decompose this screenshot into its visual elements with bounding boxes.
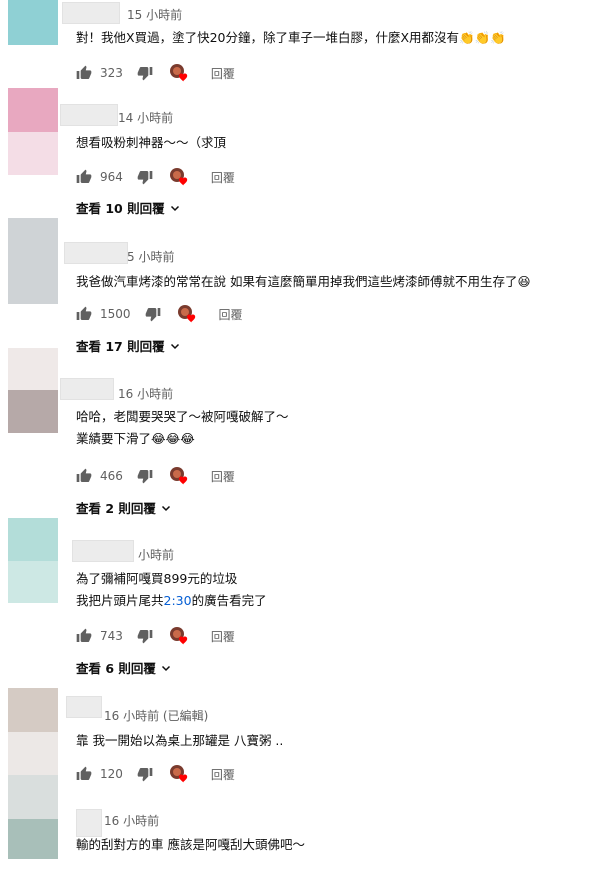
comment-line: 哈哈，老闆要哭哭了～被阿嘎破解了～ bbox=[76, 409, 289, 424]
like-count: 1500 bbox=[100, 307, 131, 321]
creator-heart bbox=[169, 167, 191, 187]
creator-heart-icon bbox=[169, 627, 188, 645]
comment-time: 5 小時前 bbox=[127, 250, 175, 264]
comment-text: 哈哈，老闆要哭哭了～被阿嘎破解了～ 業績要下滑了😂😂😂 bbox=[76, 406, 289, 450]
comment-line: 業績要下滑了😂😂😂 bbox=[76, 431, 195, 446]
comment-6: 16 小時前 (已編輯) 靠 我一開始以為桌上那罐是 八寶粥 .. 120 回覆 bbox=[0, 688, 594, 788]
like-button[interactable] bbox=[76, 169, 92, 185]
reply-button[interactable]: 回覆 bbox=[211, 169, 235, 186]
comment-text: 我爸做汽車烤漆的常常在說 如果有這麼簡單用掉我們這些烤漆師傅就不用生存了😆 bbox=[76, 271, 531, 293]
comment-line: 靠 我一開始以為桌上那罐是 八寶粥 .. bbox=[76, 733, 284, 748]
creator-heart-icon bbox=[169, 467, 188, 485]
avatar[interactable] bbox=[8, 88, 58, 175]
like-count: 466 bbox=[100, 469, 123, 483]
avatar[interactable] bbox=[8, 348, 58, 433]
dislike-button[interactable] bbox=[137, 65, 153, 81]
comment-time: 16 小時前 bbox=[104, 814, 160, 828]
thumb-up-icon bbox=[76, 468, 92, 482]
creator-heart-icon bbox=[169, 64, 188, 82]
view-replies-label: 查看 10 則回覆 bbox=[76, 201, 165, 216]
avatar[interactable] bbox=[8, 688, 58, 775]
author-name-blurred[interactable] bbox=[60, 104, 118, 126]
thumb-down-icon bbox=[137, 67, 153, 81]
like-button[interactable] bbox=[76, 628, 92, 644]
like-count: 323 bbox=[100, 66, 123, 80]
author-name-blurred[interactable] bbox=[60, 378, 114, 400]
author-name-blurred[interactable] bbox=[76, 809, 102, 837]
comment-time: 小時前 bbox=[138, 548, 175, 562]
avatar[interactable] bbox=[8, 0, 58, 45]
dislike-button[interactable] bbox=[137, 628, 153, 644]
view-replies-label: 查看 6 則回覆 bbox=[76, 661, 156, 676]
comment-7: 16 小時前 輸的刮對方的車 應該是阿嘎刮大頭佛吧～ bbox=[0, 775, 594, 872]
comment-actions: 964 回覆 bbox=[76, 167, 235, 187]
thumb-down-icon bbox=[137, 630, 153, 644]
creator-heart bbox=[169, 466, 191, 486]
timestamp-link[interactable]: 2:30 bbox=[164, 593, 192, 608]
thumb-up-icon bbox=[76, 628, 92, 642]
comment-line: 輸的刮對方的車 應該是阿嘎刮大頭佛吧～ bbox=[76, 837, 305, 852]
avatar[interactable] bbox=[8, 775, 58, 859]
creator-heart bbox=[169, 626, 191, 646]
comment-4: 16 小時前 哈哈，老闆要哭哭了～被阿嘎破解了～ 業績要下滑了😂😂😂 466 回… bbox=[0, 348, 594, 518]
author-name-blurred[interactable] bbox=[66, 696, 102, 718]
avatar[interactable] bbox=[8, 518, 58, 603]
like-button[interactable] bbox=[76, 65, 92, 81]
comment-actions: 323 回覆 bbox=[76, 63, 235, 83]
chevron-down-icon bbox=[170, 205, 179, 211]
like-count: 743 bbox=[100, 629, 123, 643]
thumb-up-icon bbox=[76, 169, 92, 183]
dislike-button[interactable] bbox=[137, 169, 153, 185]
thumb-down-icon bbox=[137, 171, 153, 185]
author-name-blurred[interactable] bbox=[62, 2, 120, 24]
comment-text: 對！我他X買過，塗了快20分鐘，除了車子一堆白膠，什麼X用都沒有👏👏👏 bbox=[76, 27, 506, 49]
comment-text: 輸的刮對方的車 應該是阿嘎刮大頭佛吧～ bbox=[76, 834, 305, 856]
view-replies-button[interactable]: 查看 2 則回覆 bbox=[76, 498, 172, 517]
comment-time: 15 小時前 bbox=[127, 8, 183, 22]
reply-button[interactable]: 回覆 bbox=[211, 65, 235, 82]
author-name-blurred[interactable] bbox=[64, 242, 128, 264]
comment-text: 想看吸粉刺神器～～（求頂 bbox=[76, 132, 226, 154]
chevron-down-icon bbox=[161, 665, 170, 671]
like-button[interactable] bbox=[76, 468, 92, 484]
comment-actions: 466 回覆 bbox=[76, 466, 235, 486]
creator-heart bbox=[169, 63, 191, 83]
dislike-button[interactable] bbox=[145, 306, 161, 322]
comment-time: 16 小時前 (已編輯) bbox=[104, 709, 209, 723]
reply-button[interactable]: 回覆 bbox=[211, 628, 235, 645]
like-count: 964 bbox=[100, 170, 123, 184]
avatar[interactable] bbox=[8, 218, 58, 304]
thumb-down-icon bbox=[137, 470, 153, 484]
comment-line: 為了彌補阿嘎買899元的垃圾 bbox=[76, 571, 238, 586]
view-replies-label: 查看 2 則回覆 bbox=[76, 501, 156, 516]
comment-actions: 743 回覆 bbox=[76, 626, 235, 646]
comment-actions: 1500 回覆 bbox=[76, 304, 243, 324]
creator-heart-icon bbox=[169, 168, 188, 186]
comment-text: 為了彌補阿嘎買899元的垃圾 我把片頭片尾共2:30的廣告看完了 bbox=[76, 568, 267, 612]
thumb-down-icon bbox=[145, 308, 160, 322]
comment-time: 16 小時前 bbox=[118, 387, 174, 401]
reply-button[interactable]: 回覆 bbox=[219, 306, 243, 323]
reply-button[interactable]: 回覆 bbox=[211, 468, 235, 485]
comment-line: 對！我他X買過，塗了快20分鐘，除了車子一堆白膠，什麼X用都沒有👏👏👏 bbox=[76, 30, 506, 45]
like-button[interactable] bbox=[76, 306, 92, 322]
comment-time: 14 小時前 bbox=[118, 111, 174, 125]
view-replies-button[interactable]: 查看 10 則回覆 bbox=[76, 198, 181, 217]
creator-heart bbox=[177, 304, 199, 324]
comment-text: 靠 我一開始以為桌上那罐是 八寶粥 .. bbox=[76, 730, 283, 752]
author-name-blurred[interactable] bbox=[72, 540, 134, 562]
thumb-up-icon bbox=[76, 306, 92, 320]
thumb-up-icon bbox=[76, 65, 92, 79]
comment-3: 5 小時前 我爸做汽車烤漆的常常在說 如果有這麼簡單用掉我們這些烤漆師傅就不用生… bbox=[0, 218, 594, 358]
dislike-button[interactable] bbox=[137, 468, 153, 484]
comment-1: 15 小時前 對！我他X買過，塗了快20分鐘，除了車子一堆白膠，什麼X用都沒有👏… bbox=[0, 0, 594, 100]
chevron-down-icon bbox=[161, 505, 170, 511]
comment-2: 14 小時前 想看吸粉刺神器～～（求頂 964 回覆 查看 10 則回覆 bbox=[0, 88, 594, 223]
comment-line: 想看吸粉刺神器～～（求頂 bbox=[76, 135, 227, 150]
comment-line: 我把片頭片尾共2:30的廣告看完了 bbox=[76, 593, 267, 608]
comment-5: 小時前 為了彌補阿嘎買899元的垃圾 我把片頭片尾共2:30的廣告看完了 743… bbox=[0, 518, 594, 683]
view-replies-button[interactable]: 查看 6 則回覆 bbox=[76, 658, 172, 677]
creator-heart-icon bbox=[177, 305, 195, 323]
comment-line: 我爸做汽車烤漆的常常在說 如果有這麼簡單用掉我們這些烤漆師傅就不用生存了😆 bbox=[76, 274, 531, 289]
